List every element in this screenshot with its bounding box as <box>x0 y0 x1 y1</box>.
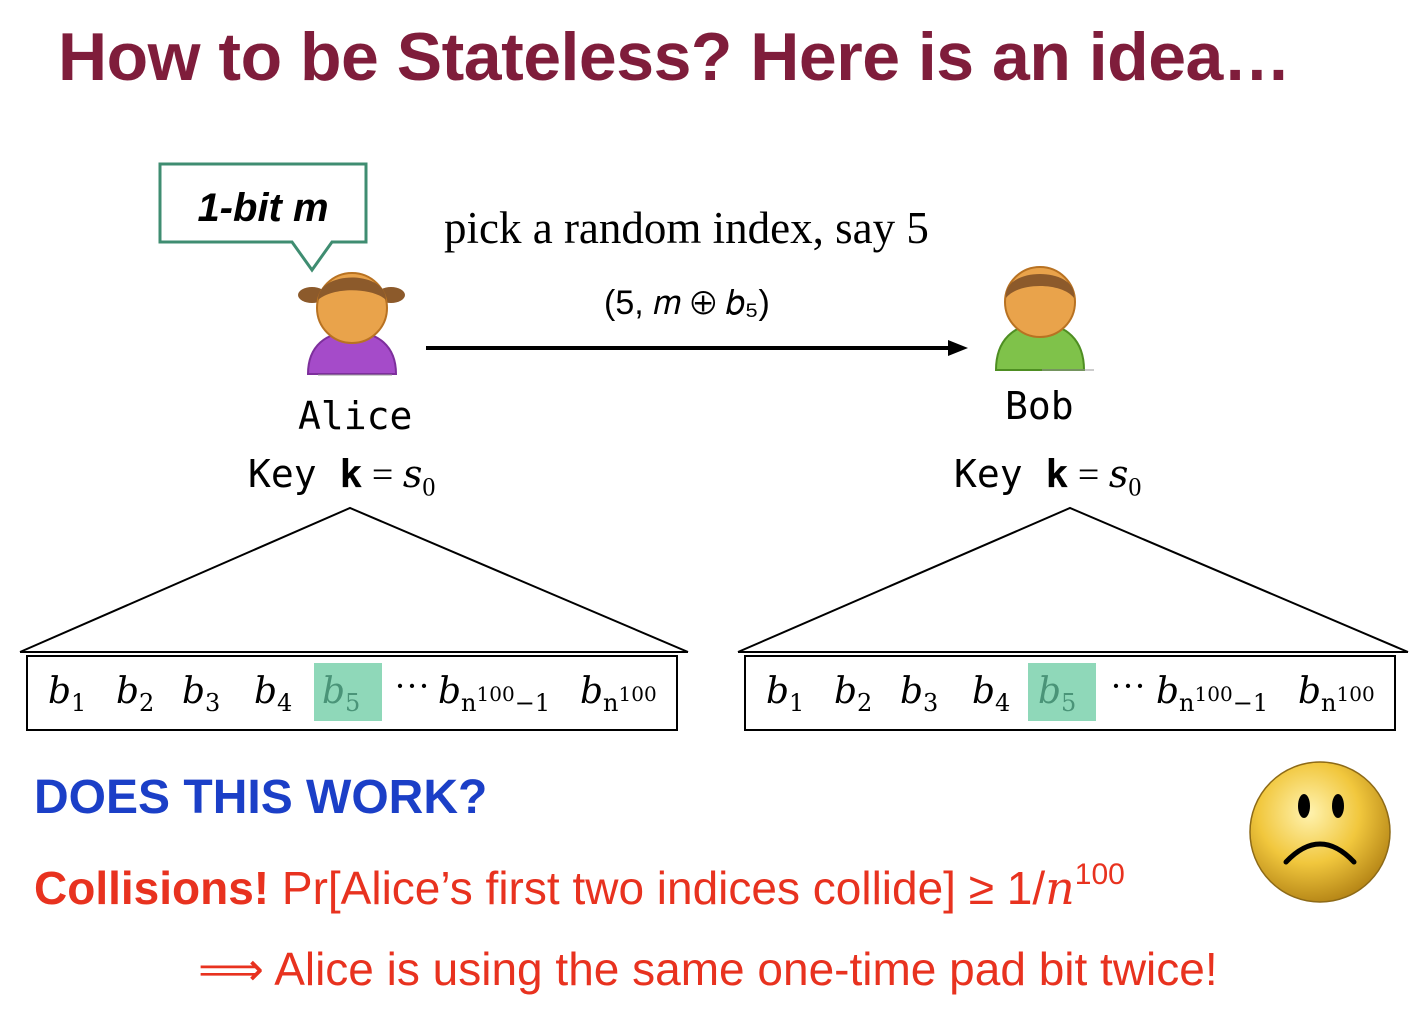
bit-b-n100-minus-1: bn100−1 <box>1156 671 1269 717</box>
bob-key-label: Key k = s0 <box>954 452 1142 502</box>
alice-bit-string: b1 b2 b3 b4 b5 ··· bn100−1 bn100 <box>26 655 678 731</box>
bit-b5: b5 <box>322 671 361 717</box>
message-label: (5, 𝑚 ⊕ 𝑏₅) <box>604 284 770 322</box>
collision-statement: Collisions! Pr[Alice’s first two indices… <box>34 858 1125 915</box>
pick-random-index-text: pick a random index, say 5 <box>444 203 929 253</box>
bit-b2: b2 <box>116 671 155 717</box>
expansion-trees <box>19 506 1409 653</box>
slide-title: How to be Stateless? Here is an idea… <box>58 19 1291 95</box>
bit-b3: b3 <box>182 671 221 717</box>
bit-b-n100: bn100 <box>580 671 657 717</box>
bit-b-n100: bn100 <box>1298 671 1375 717</box>
bit-ellipsis: ··· <box>1110 666 1146 706</box>
bob-bit-string: b1 b2 b3 b4 b5 ··· bn100−1 bn100 <box>744 655 1396 731</box>
sad-face-icon <box>1249 761 1391 903</box>
bit-b-n100-minus-1: bn100−1 <box>438 671 551 717</box>
bit-b4: b4 <box>254 671 293 717</box>
does-this-work-heading: DOES THIS WORK? <box>34 771 488 824</box>
speech-bubble-text: 1-bit m <box>197 186 329 230</box>
bit-b3: b3 <box>900 671 939 717</box>
bob-tree <box>737 506 1409 653</box>
implication-statement: ⟹ Alice is using the same one-time pad b… <box>198 943 1218 995</box>
bit-b4: b4 <box>972 671 1011 717</box>
bit-b1: b1 <box>766 671 805 717</box>
bit-ellipsis: ··· <box>394 666 430 706</box>
send-arrow <box>426 340 968 356</box>
bit-b2: b2 <box>834 671 873 717</box>
bob-avatar-icon <box>994 266 1094 371</box>
bit-b5: b5 <box>1038 671 1077 717</box>
alice-avatar-icon <box>298 272 405 376</box>
bob-name: Bob <box>1005 384 1074 428</box>
bit-b1: b1 <box>48 671 87 717</box>
alice-tree <box>19 506 689 653</box>
alice-name: Alice <box>298 394 413 438</box>
alice-key-label: Key k = s0 <box>248 452 436 502</box>
